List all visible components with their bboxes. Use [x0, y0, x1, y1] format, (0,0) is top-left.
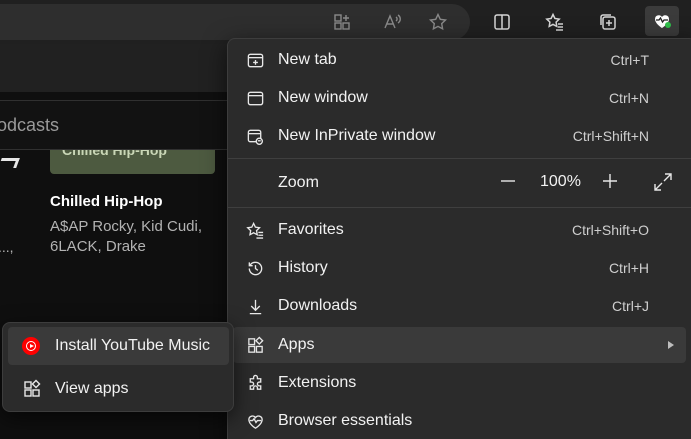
- add-app-icon[interactable]: [330, 10, 354, 34]
- settings-menu: New tab Ctrl+T New window Ctrl+N New InP…: [227, 38, 691, 439]
- menu-item-shortcut: Ctrl+H: [608, 260, 649, 276]
- submenu-arrow-icon: [668, 341, 674, 349]
- inprivate-icon: [245, 126, 265, 146]
- read-aloud-icon[interactable]: [380, 10, 404, 34]
- apps-icon: [245, 335, 265, 355]
- playlist-artists: A$AP Rocky, Kid Cudi, 6LACK, Drake: [50, 218, 203, 255]
- zoom-in-button[interactable]: [600, 169, 620, 193]
- menu-item-shortcut: Ctrl+T: [610, 52, 650, 68]
- menu-item-shortcut: Ctrl+J: [612, 298, 649, 314]
- page-header: [0, 44, 240, 92]
- menu-item-label: New tab: [278, 51, 337, 68]
- favorite-star-icon[interactable]: [426, 10, 450, 34]
- submenu-item-install-youtube-music[interactable]: Install YouTube Music: [8, 327, 229, 365]
- menu-item-history[interactable]: History Ctrl+H: [233, 250, 686, 286]
- collections-icon[interactable]: [596, 10, 620, 34]
- menu-item-label: Favorites: [278, 221, 344, 238]
- menu-item-apps[interactable]: Apps: [233, 327, 686, 363]
- menu-item-label: Zoom: [278, 174, 319, 191]
- history-icon: [245, 258, 265, 278]
- submenu-item-label: View apps: [55, 380, 129, 397]
- search-box[interactable]: odcasts: [0, 100, 240, 150]
- menu-item-new-tab[interactable]: New tab Ctrl+T: [233, 42, 686, 78]
- menu-item-extensions[interactable]: Extensions: [233, 365, 686, 401]
- downloads-icon: [245, 296, 265, 316]
- menu-divider: [228, 207, 691, 208]
- search-placeholder: odcasts: [0, 115, 60, 135]
- zoom-level: 100%: [540, 173, 581, 190]
- menu-item-label: Apps: [278, 336, 315, 353]
- menu-item-downloads[interactable]: Downloads Ctrl+J: [233, 288, 686, 324]
- menu-item-shortcut: Ctrl+Shift+N: [572, 128, 649, 144]
- menu-item-label: Downloads: [278, 297, 358, 314]
- split-screen-icon[interactable]: [490, 10, 514, 34]
- submenu-item-view-apps[interactable]: View apps: [8, 370, 229, 408]
- partial-thumbnail: [0, 158, 20, 168]
- extensions-icon: [245, 373, 265, 393]
- menu-item-browser-essentials[interactable]: Browser essentials: [233, 403, 686, 439]
- apps-icon: [22, 379, 42, 399]
- menu-item-new-window[interactable]: New window Ctrl+N: [233, 80, 686, 116]
- menu-item-shortcut: Ctrl+Shift+O: [571, 222, 649, 238]
- playlist-chip[interactable]: Chilled Hip-Hop: [50, 150, 215, 174]
- menu-item-label: Browser essentials: [278, 412, 413, 429]
- partial-text: ...,: [0, 239, 14, 255]
- playlist-title[interactable]: Chilled Hip-Hop: [50, 193, 163, 210]
- menu-item-label: History: [278, 259, 328, 276]
- menu-item-label: Extensions: [278, 374, 357, 391]
- favorites-icon: [245, 220, 265, 240]
- apps-submenu: Install YouTube Music View apps: [2, 322, 234, 412]
- submenu-item-label: Install YouTube Music: [55, 337, 211, 354]
- new-window-icon: [245, 88, 265, 108]
- menu-item-label: New InPrivate window: [278, 127, 436, 144]
- fullscreen-icon[interactable]: [652, 171, 674, 193]
- menu-item-label: New window: [278, 89, 368, 106]
- menu-item-favorites[interactable]: Favorites Ctrl+Shift+O: [233, 212, 686, 248]
- zoom-out-button[interactable]: [498, 169, 518, 193]
- menu-item-shortcut: Ctrl+N: [608, 90, 649, 106]
- favorites-icon[interactable]: [543, 10, 567, 34]
- menu-item-new-inprivate-window[interactable]: New InPrivate window Ctrl+Shift+N: [233, 118, 686, 154]
- new-tab-icon: [245, 50, 265, 70]
- browser-essentials-icon: [245, 411, 265, 431]
- browser-essentials-toolbar-icon[interactable]: [645, 6, 679, 36]
- chip-label: Chilled Hip-Hop: [62, 150, 167, 158]
- youtube-music-icon: [22, 337, 40, 355]
- menu-divider: [228, 158, 691, 159]
